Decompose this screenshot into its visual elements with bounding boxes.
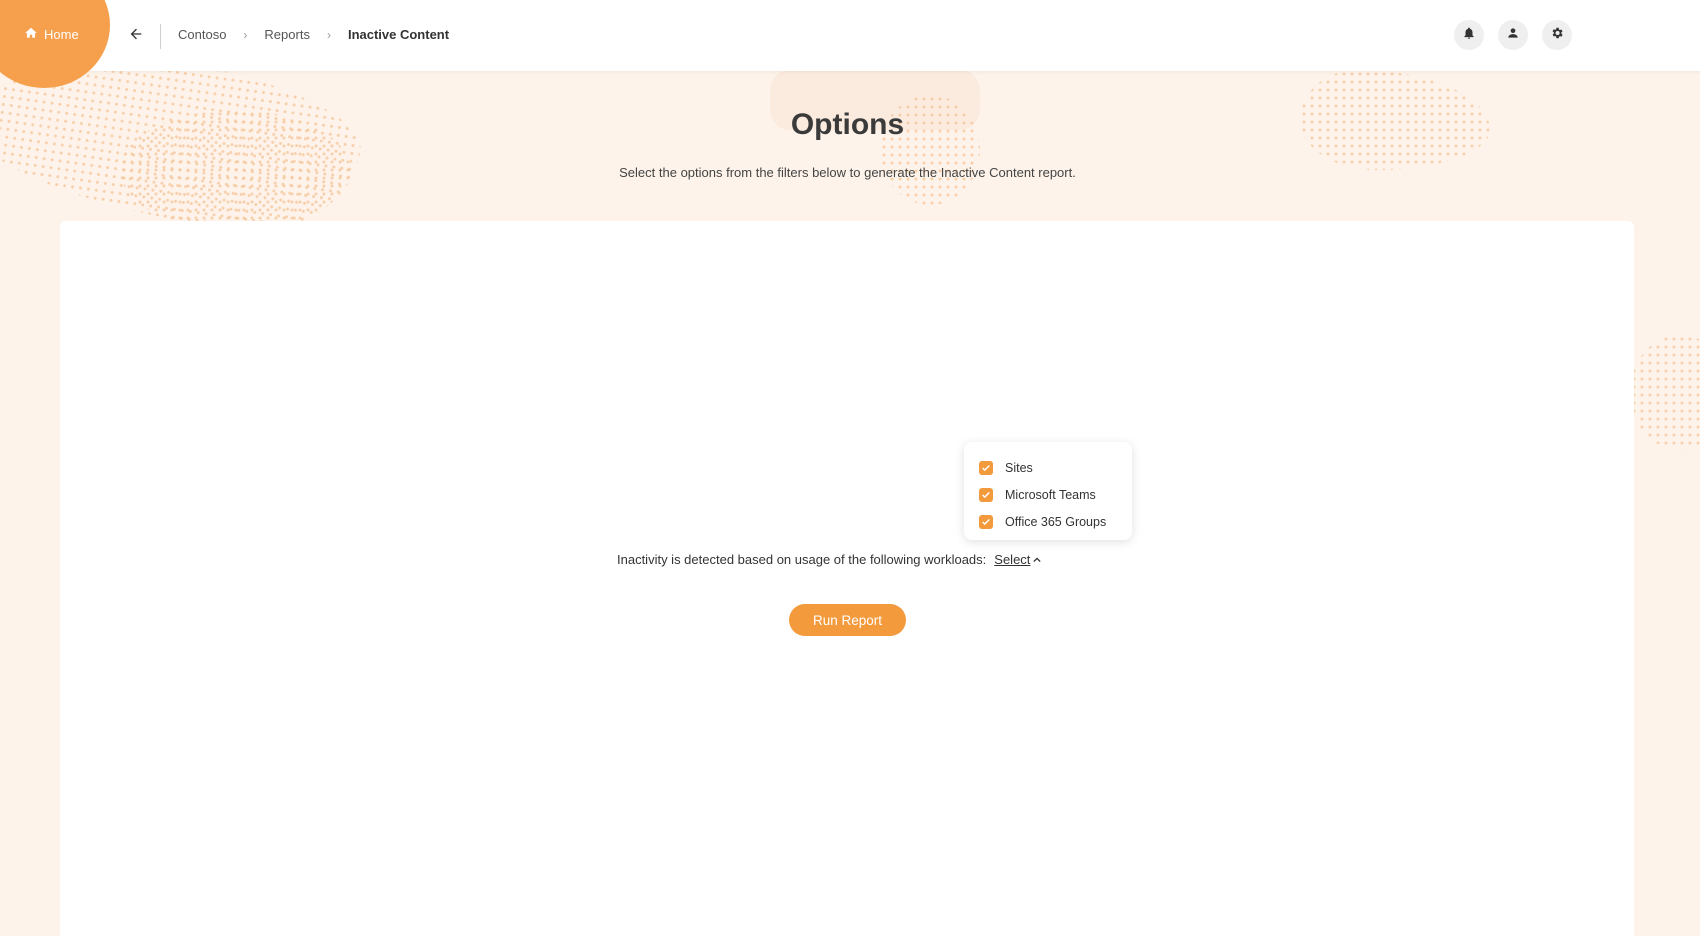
chevron-right-icon: › xyxy=(243,27,248,42)
home-button[interactable]: Home xyxy=(24,26,79,43)
workloads-select[interactable]: Select xyxy=(994,552,1042,567)
checkmark-icon xyxy=(982,491,990,498)
settings-button[interactable] xyxy=(1542,20,1572,50)
chevron-right-icon: › xyxy=(326,27,331,42)
top-bar: Home Contoso › Reports › Inactive Conten… xyxy=(0,0,1700,88)
workloads-row: Inactivity is detected based on usage of… xyxy=(617,552,1042,567)
workloads-dropdown: Sites Microsoft Teams Office 365 Groups xyxy=(964,442,1132,540)
user-icon xyxy=(1506,26,1520,45)
breadcrumb-inactive-content: Inactive Content xyxy=(347,27,450,42)
checkmark-icon xyxy=(982,464,990,471)
run-report-button[interactable]: Run Report xyxy=(789,604,906,636)
option-sites[interactable]: Sites xyxy=(964,454,1132,481)
user-button[interactable] xyxy=(1498,20,1528,50)
notifications-button[interactable] xyxy=(1454,20,1484,50)
checkmark-icon xyxy=(982,518,990,525)
top-icons xyxy=(1454,20,1572,50)
workloads-label: Inactivity is detected based on usage of… xyxy=(617,552,987,567)
option-microsoft-teams[interactable]: Microsoft Teams xyxy=(964,481,1132,508)
select-label: Select xyxy=(994,552,1031,567)
option-label: Sites xyxy=(1005,460,1033,475)
breadcrumb-contoso[interactable]: Contoso xyxy=(178,27,226,42)
chevron-up-icon xyxy=(1033,556,1042,562)
back-button[interactable] xyxy=(128,26,148,46)
option-label: Office 365 Groups xyxy=(1005,514,1107,529)
option-office-365-groups[interactable]: Office 365 Groups xyxy=(964,508,1132,535)
page-subtitle: Select the options from the filters belo… xyxy=(619,165,1076,180)
divider xyxy=(160,24,161,49)
checkbox[interactable] xyxy=(979,487,993,502)
background-dots xyxy=(1630,335,1700,450)
options-card xyxy=(60,221,1634,936)
checkbox[interactable] xyxy=(979,460,993,475)
arrow-left-icon xyxy=(128,28,144,46)
home-icon xyxy=(24,26,38,43)
bell-icon xyxy=(1462,26,1476,45)
checkbox[interactable] xyxy=(979,514,993,529)
page-title: Options xyxy=(790,108,905,141)
gear-icon xyxy=(1550,26,1564,45)
option-label: Microsoft Teams xyxy=(1005,487,1096,502)
breadcrumb-reports[interactable]: Reports xyxy=(264,27,310,42)
home-label: Home xyxy=(44,27,79,42)
breadcrumb: Contoso › Reports › Inactive Content xyxy=(178,27,449,42)
